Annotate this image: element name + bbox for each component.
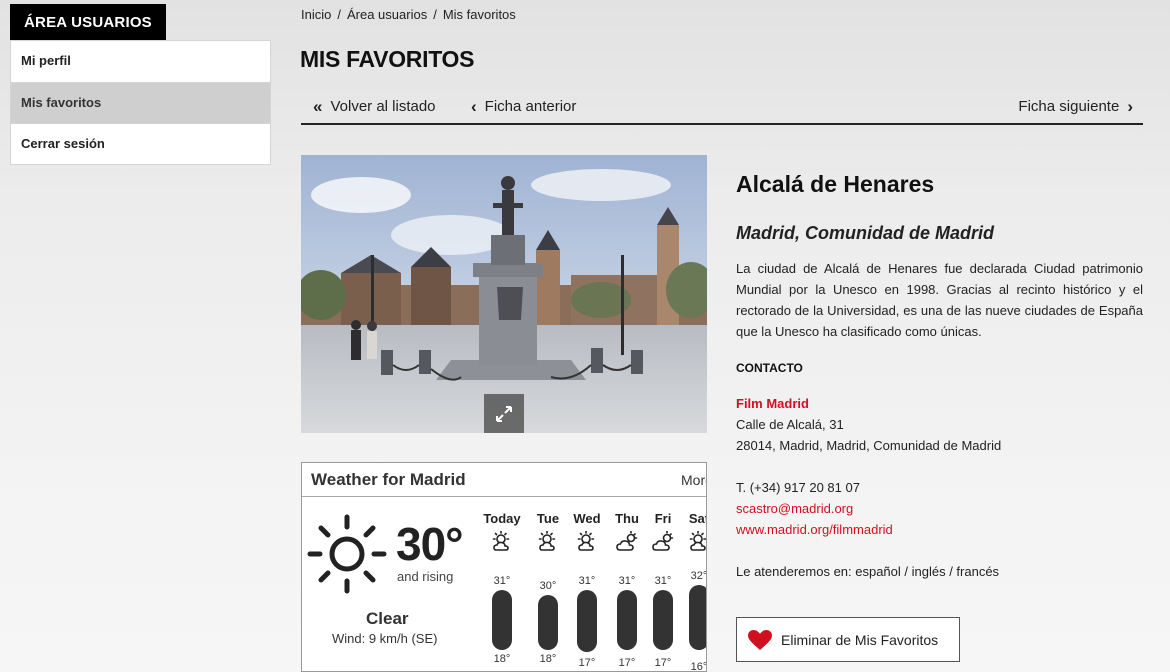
chevron-left-icon: ‹ [471,97,477,116]
partly-cloudy-icon [492,531,510,551]
partly-cloudy-icon [538,531,556,551]
forecast-day: Wed [567,511,607,551]
expand-image-button[interactable] [484,394,524,433]
breadcrumb-user-area[interactable]: Área usuarios [347,7,427,22]
partly-cloudy-icon [577,531,595,551]
forecast-temp-bar [617,590,637,650]
forecast-day-name: Wed [573,511,601,526]
contact-phone: T. (+34) 917 20 81 07 [736,480,860,495]
forecast-high: 32° [690,570,707,582]
previous-record-link[interactable]: ‹ Ficha anterior [471,98,576,115]
forecast-temp-bar [653,590,673,650]
weather-header: Weather for Madrid More [302,463,706,497]
forecast-high: 31° [493,575,511,587]
forecast-day: Sat [679,511,706,551]
temperature-trend: and rising [397,569,454,584]
location-photo[interactable] [301,155,707,433]
forecast-day-name: Thu [615,511,639,526]
place-region: Madrid, Comunidad de Madrid [736,223,995,243]
partly-cloudy-icon [689,531,706,551]
forecast-temp-bar [492,590,512,650]
next-record-label: Ficha siguiente [1018,98,1120,115]
current-condition: Clear [366,609,409,628]
forecast-high: 31° [618,575,636,587]
forecast-low: 17° [654,657,672,669]
forecast-temp-bar [577,590,597,652]
contact-name: Film Madrid [736,396,809,411]
forecast-day: Tue [528,511,568,551]
contact-heading: CONTACTO [736,361,803,375]
sidebar-item-favorites[interactable]: Mis favoritos [11,82,270,123]
breadcrumb-separator: / [433,7,437,22]
plaza-illustration [301,155,707,433]
forecast-low: 17° [578,657,596,669]
weather-more-link[interactable]: More [681,472,706,488]
sidebar-item-logout[interactable]: Cerrar sesión [11,123,270,164]
contact-address-line2: 28014, Madrid, Madrid, Comunidad de Madr… [736,438,1002,453]
breadcrumb-home[interactable]: Inicio [301,7,331,22]
contact-email-link[interactable]: scastro@madrid.org [736,501,853,516]
forecast-day-name: Sat [688,511,706,526]
previous-record-label: Ficha anterior [484,98,577,115]
weather-title: Weather for Madrid [311,470,466,489]
breadcrumb: Inicio / Área usuarios / Mis favoritos [301,7,516,22]
forecast-day-name: Today [483,511,521,526]
record-navigation: « Volver al listado ‹ Ficha anterior Fic… [301,90,1143,125]
remove-favorite-label: Eliminar de Mis Favoritos [781,631,939,648]
place-description: La ciudad de Alcalá de Henares fue decla… [736,261,1143,339]
forecast-day-name: Fri [654,511,672,526]
contact-address-line1: Calle de Alcalá, 31 [736,417,844,432]
heart-icon [748,629,772,650]
forecast-day-name: Tue [536,511,560,526]
cloudy-sun-icon [616,531,638,551]
contact-website-link[interactable]: www.madrid.org/filmmadrid [736,522,893,537]
back-to-list-label: Volver al listado [330,98,436,115]
cloudy-sun-icon [652,531,674,551]
next-record-link[interactable]: Ficha siguiente › [1018,98,1133,115]
forecast-day: Today [482,511,522,551]
expand-icon [496,406,512,422]
sidebar-item-profile[interactable]: Mi perfil [11,41,270,82]
remove-favorite-button[interactable]: Eliminar de Mis Favoritos [736,617,960,662]
forecast-low: 16° [690,661,707,672]
forecast-day: Thu [607,511,647,551]
contact-languages: Le atenderemos en: español / inglés / fr… [736,564,1000,579]
forecast-temp-bar [689,585,706,650]
sidebar-menu: Mi perfil Mis favoritos Cerrar sesión [10,40,271,165]
forecast-high: 31° [578,575,596,587]
breadcrumb-current: Mis favoritos [442,7,516,22]
forecast-low: 18° [493,653,511,665]
forecast-day: Fri [643,511,683,551]
sun-icon [307,514,387,594]
weather-widget[interactable]: Weather for Madrid More 30° and rising C… [301,462,707,672]
sidebar-title: ÁREA USUARIOS [10,4,166,40]
user-area-sidebar: ÁREA USUARIOS Mi perfil Mis favoritos Ce… [10,4,271,165]
back-to-list-link[interactable]: « Volver al listado [313,98,436,115]
current-temperature: 30° [396,518,464,570]
breadcrumb-separator: / [337,7,341,22]
chevron-right-icon: › [1127,97,1133,116]
current-wind: Wind: 9 km/h (SE) [332,631,438,646]
double-chevron-left-icon: « [313,97,323,116]
forecast-temp-bar [538,595,558,650]
forecast-low: 17° [618,657,636,669]
forecast-high: 30° [539,580,557,592]
forecast-high: 31° [654,575,672,587]
page-title: MIS FAVORITOS [300,46,475,72]
place-name: Alcalá de Henares [736,171,935,197]
forecast-low: 18° [539,653,557,665]
